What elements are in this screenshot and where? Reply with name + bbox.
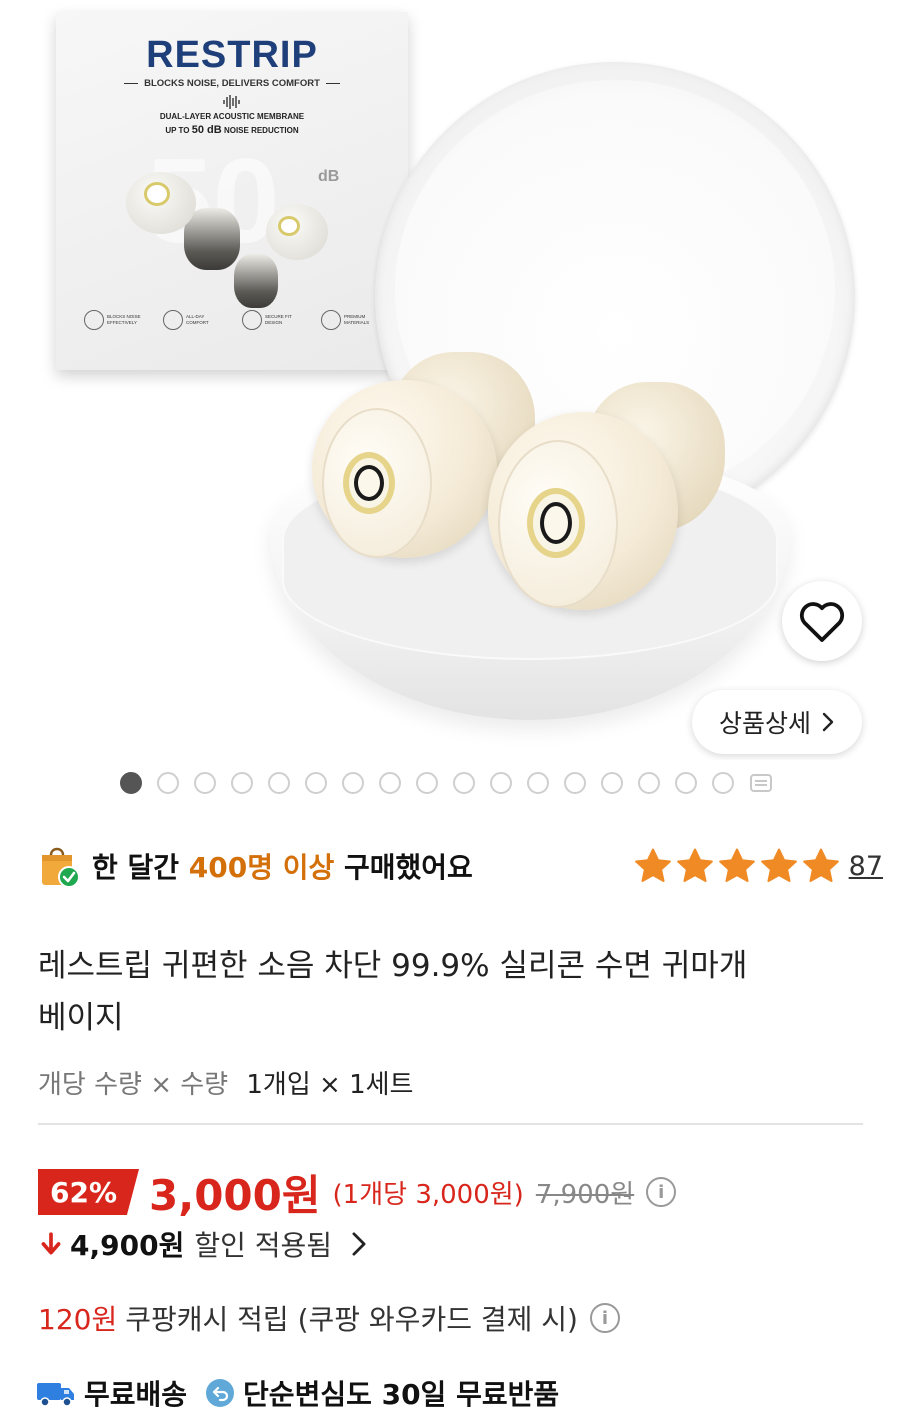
star-icon — [676, 848, 713, 883]
sound-wave-icon — [84, 310, 104, 330]
carousel-dot[interactable] — [416, 772, 438, 794]
earplug-left-hole — [354, 465, 384, 501]
box-earplug-center — [278, 216, 300, 236]
star-icon — [718, 848, 755, 883]
carousel-dot[interactable] — [527, 772, 549, 794]
discount-amount: 4,900원 — [70, 1229, 185, 1262]
purchase-stats-prefix: 한 달간 — [92, 851, 180, 884]
rating-stars[interactable]: 87 — [633, 847, 883, 885]
option-value: 1개입 × 1세트 — [246, 1070, 414, 1100]
box-spec-line2: UP TO 50 dB NOISE REDUCTION — [56, 124, 408, 136]
box-feature-label: SECURE FIT DESIGN — [265, 314, 292, 325]
sound-wave-icon — [223, 95, 240, 109]
carousel-dot[interactable] — [675, 772, 697, 794]
box-feature: PREMIUM MATERIALS — [321, 310, 384, 330]
product-title: 레스트립 귀편한 소음 차단 99.9% 실리콘 수면 귀마개 베이지 — [38, 940, 868, 1044]
carousel-dot[interactable] — [305, 772, 327, 794]
box-feature: SECURE FIT DESIGN — [242, 310, 305, 330]
review-count-link[interactable]: 87 — [849, 851, 883, 882]
free-shipping-label: 무료배송 — [84, 1378, 188, 1411]
box-tagline: BLOCKS NOISE, DELIVERS COMFORT — [56, 78, 408, 89]
box-spec-value: 50 dB — [191, 124, 222, 136]
box-feature: BLOCKS NOISE EFFECTIVELY — [84, 310, 147, 330]
carousel-dot-active[interactable] — [120, 772, 142, 794]
ear-icon — [242, 310, 262, 330]
purchase-stats-text: 한 달간 400명 이상 구매했어요 — [92, 846, 473, 886]
carousel-dot[interactable] — [638, 772, 660, 794]
delivery-truck-icon — [37, 1383, 74, 1407]
discount-applied-row[interactable]: 4,900원 할인 적용됨 — [38, 1222, 368, 1266]
product-detail-label: 상품상세 — [718, 709, 811, 738]
carousel-dot[interactable] — [601, 772, 623, 794]
sale-price: 3,000원 — [149, 1170, 321, 1220]
box-feature: ALL-DAY COMFORT — [163, 310, 226, 330]
star-icon — [802, 848, 839, 883]
box-spec-line1: DUAL-LAYER ACOUSTIC MEMBRANE — [159, 112, 305, 121]
original-price: 7,900원 — [535, 1179, 635, 1210]
carousel-dot[interactable] — [712, 772, 734, 794]
product-title-line1: 레스트립 귀편한 소음 차단 99.9% 실리콘 수면 귀마개 — [38, 948, 748, 984]
purchase-stats-row: 한 달간 400명 이상 구매했어요 87 — [38, 838, 883, 894]
cashback-info-icon[interactable]: i — [589, 1303, 620, 1333]
product-option: 개당 수량 × 수량 1개입 × 1세트 — [38, 1064, 413, 1101]
carousel-dot[interactable] — [268, 772, 290, 794]
carousel-dot[interactable] — [453, 772, 475, 794]
carousel-dot[interactable] — [379, 772, 401, 794]
box-brand: RESTRIP — [146, 34, 318, 76]
carousel-dot[interactable] — [564, 772, 586, 794]
box-spec-prefix: UP TO — [165, 126, 190, 135]
box-db-label: dB — [318, 168, 340, 185]
option-label: 개당 수량 × 수량 — [38, 1070, 229, 1100]
cashback-text: 쿠팡캐시 적립 (쿠팡 와우카드 결제 시) — [125, 1303, 578, 1336]
arrow-down-icon — [41, 1232, 61, 1255]
purchase-stats-highlight: 400명 이상 — [188, 851, 335, 884]
discount-label: 할인 적용됨 — [194, 1229, 333, 1262]
wishlist-button[interactable] — [782, 581, 862, 661]
earplug-right-hole — [540, 502, 572, 544]
cashback-row: 120원 쿠팡캐시 적립 (쿠팡 와우카드 결제 시) i — [38, 1296, 620, 1340]
star-icon — [634, 848, 671, 883]
product-detail-button[interactable]: 상품상세 — [692, 690, 862, 754]
menu-lines-icon[interactable] — [749, 773, 773, 793]
shipping-row: 무료배송 단순변심도 30일 무료반품 — [36, 1370, 559, 1416]
divider — [38, 1123, 863, 1125]
price-row: 62% 3,000원 (1개당 3,000원) 7,900원 i — [38, 1163, 677, 1221]
box-feature-label: ALL-DAY COMFORT — [186, 314, 209, 325]
box-feature-label: BLOCKS NOISE EFFECTIVELY — [107, 314, 141, 325]
carousel-dot[interactable] — [194, 772, 216, 794]
chevron-right-icon — [822, 712, 834, 732]
discount-badge: 62% — [38, 1169, 140, 1215]
return-icon — [206, 1379, 235, 1407]
box-features: BLOCKS NOISE EFFECTIVELY ALL-DAY COMFORT… — [84, 310, 384, 330]
shopping-bag-icon — [42, 847, 80, 888]
box-earplug-center — [144, 182, 170, 206]
packaging-box: 50 RESTRIP BLOCKS NOISE, DELIVERS COMFOR… — [56, 12, 408, 370]
chevron-right-icon — [352, 1232, 366, 1256]
purchase-stats-suffix: 구매했어요 — [344, 851, 473, 884]
product-image-carousel[interactable]: 50 RESTRIP BLOCKS NOISE, DELIVERS COMFOR… — [0, 0, 900, 760]
product-title-line2: 베이지 — [38, 1000, 124, 1036]
free-return-label: 단순변심도 30일 무료반품 — [243, 1378, 560, 1411]
box-earplug-stem — [234, 254, 278, 308]
carousel-dot[interactable] — [490, 772, 512, 794]
carousel-dot[interactable] — [342, 772, 364, 794]
price-info-icon[interactable]: i — [646, 1177, 677, 1207]
carousel-dot[interactable] — [157, 772, 179, 794]
carousel-dot[interactable] — [231, 772, 253, 794]
unit-price: (1개당 3,000원) — [332, 1179, 524, 1210]
box-spec-suffix: NOISE REDUCTION — [223, 126, 299, 135]
box-earplug-stem — [184, 208, 240, 270]
star-icon — [760, 848, 797, 883]
cashback-amount: 120원 — [38, 1303, 118, 1336]
carousel-indicator — [120, 772, 773, 794]
leaf-icon — [163, 310, 183, 330]
heart-icon — [799, 602, 845, 642]
shield-icon — [321, 310, 341, 330]
